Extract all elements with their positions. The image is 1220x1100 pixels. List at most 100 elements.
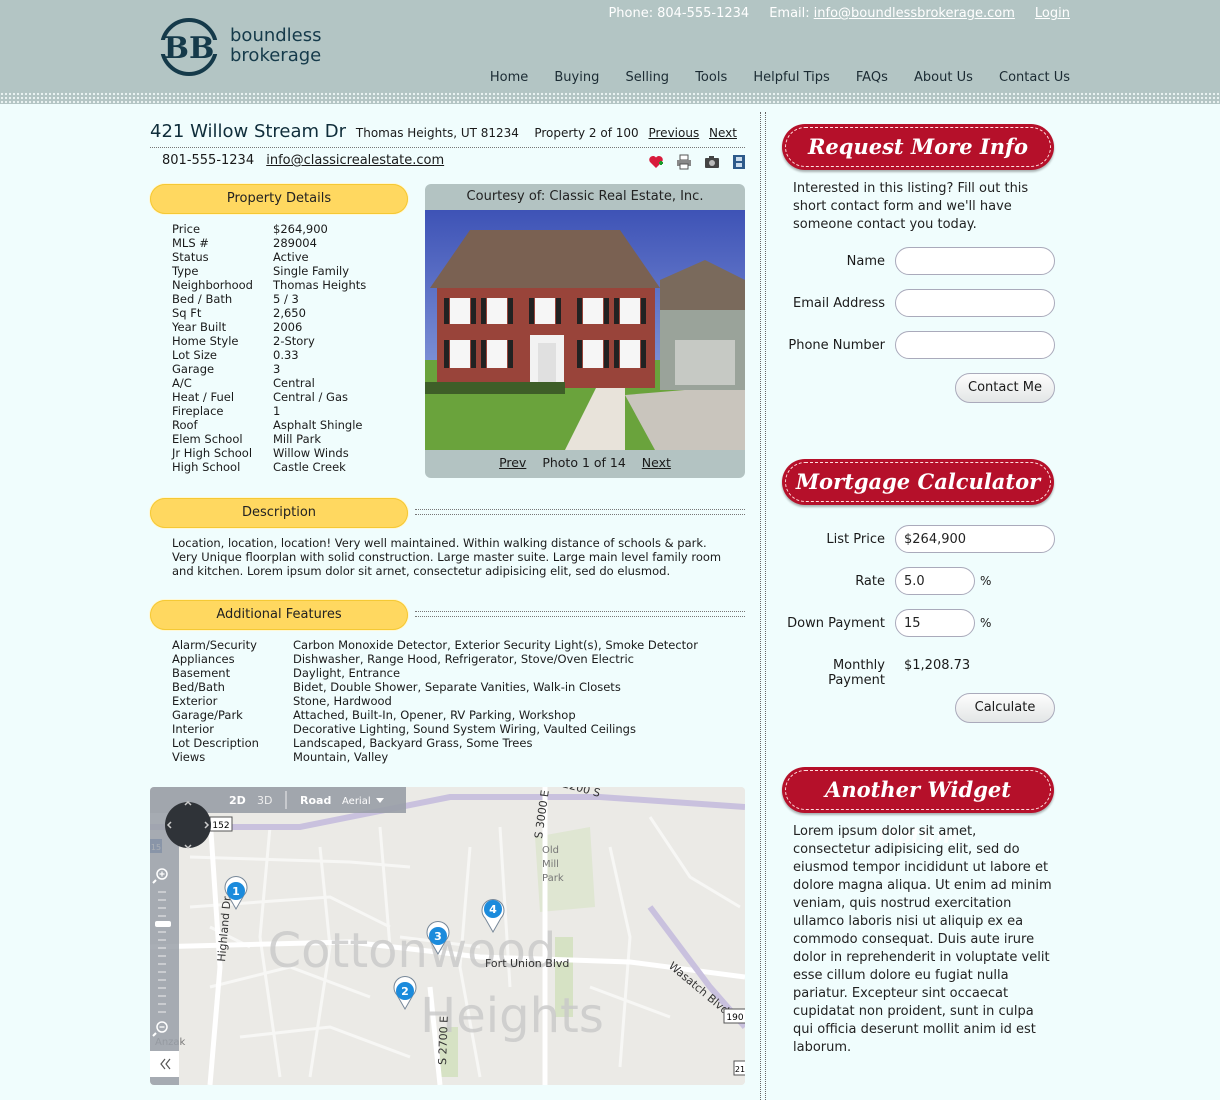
list-price-field[interactable] (895, 525, 1055, 553)
detail-key: Garage (172, 362, 215, 376)
map-zoom-bar (150, 813, 179, 1085)
rate-field[interactable] (895, 567, 975, 595)
another-widget-text: Lorem ipsum dolor sit amet, consectetur … (793, 824, 1052, 1055)
favorite-icon[interactable] (648, 154, 664, 170)
listing-paging: Property 2 of 100 Previous Next (534, 126, 737, 140)
map-poi-label-part: Mill (542, 859, 559, 870)
map-poi-label-part: Park (542, 873, 564, 884)
table-row: Neighborhood Thomas Heights (172, 278, 366, 292)
divider-line (415, 514, 745, 515)
column-divider (760, 112, 766, 1100)
nav-faqs[interactable]: FAQs (856, 70, 888, 85)
nav-buying[interactable]: Buying (554, 70, 599, 85)
map-area-label: Cottonwood (268, 923, 557, 979)
feature-key: Views (172, 750, 206, 764)
email-label: Email: (769, 6, 810, 21)
map-pin-label: 2 (401, 985, 409, 998)
route-shield-label: 190 (726, 1013, 743, 1023)
map-road-button[interactable]: Road (300, 794, 331, 807)
header-email-link[interactable]: info@boundlessbrokerage.com (814, 6, 1015, 21)
listing-tools (648, 154, 755, 170)
calculate-button[interactable]: Calculate (955, 693, 1055, 723)
detail-value: Central / Gas (273, 390, 349, 404)
detail-value: Mill Park (273, 432, 322, 446)
email-field[interactable] (895, 289, 1055, 317)
site-header: BB boundless brokerage Phone: 804-555-123… (0, 0, 1220, 104)
nav-selling[interactable]: Selling (625, 70, 669, 85)
detail-value: 2-Story (273, 334, 315, 348)
camera-icon[interactable] (704, 154, 720, 170)
feature-value: Dishwasher, Range Hood, Refrigerator, St… (293, 652, 634, 666)
detail-key: Neighborhood (172, 278, 253, 292)
photo-next-link[interactable]: Next (642, 455, 671, 470)
photo-prev-link[interactable]: Prev (499, 455, 526, 470)
name-field[interactable] (895, 247, 1055, 275)
logo-line2: brokerage (230, 45, 322, 66)
down-payment-field[interactable] (895, 609, 975, 637)
detail-value: Castle Creek (273, 460, 346, 474)
listing-title-row: 421 Willow Stream Dr Thomas Heights, UT … (150, 121, 745, 145)
nav-about-us[interactable]: About Us (914, 70, 973, 85)
detail-key: Bed / Bath (172, 292, 233, 306)
listing-phone: 801-555-1234 (162, 153, 255, 168)
feature-value: Landscaped, Backyard Grass, Some Trees (293, 736, 533, 750)
logo[interactable]: BB boundless brokerage (158, 16, 328, 78)
logo-text: boundless brokerage (230, 26, 322, 66)
table-row: Garage/Park Attached, Built-In, Opener, R… (172, 708, 698, 722)
divider-line (150, 147, 745, 148)
feature-key: Bed/Bath (172, 680, 225, 694)
table-row: Fireplace 1 (172, 404, 366, 418)
table-row: Heat / Fuel Central / Gas (172, 390, 366, 404)
map-aerial-button[interactable]: Aerial (342, 796, 371, 807)
next-link[interactable]: Next (709, 126, 737, 140)
divider-line (415, 616, 745, 617)
request-info-intro: Interested in this listing? Fill out thi… (793, 181, 1029, 232)
login-link[interactable]: Login (1035, 6, 1070, 21)
nav-home[interactable]: Home (490, 70, 528, 85)
header-dotted-border (0, 92, 1220, 104)
listing-photo[interactable] (425, 210, 745, 450)
property-map[interactable]: Cottonwood Heights Fort Union Blvd Highl… (150, 787, 745, 1085)
top-contact: Phone: 804-555-1234 Email: info@boundlessbr… (604, 6, 1070, 21)
detail-key: Elem School (172, 432, 243, 446)
nav-contact-us[interactable]: Contact Us (999, 70, 1070, 85)
nav-helpful-tips[interactable]: Helpful Tips (753, 70, 829, 85)
map-3d-button[interactable]: 3D (257, 794, 272, 807)
listing-email-link[interactable]: info@classicrealestate.com (266, 153, 444, 168)
features-table: Alarm/Security Carbon Monoxide Detector, … (172, 638, 698, 764)
detail-key: Sq Ft (172, 306, 202, 320)
map-road-label: Fort Union Blvd (485, 957, 569, 970)
zoom-slider-handle[interactable] (155, 921, 171, 927)
percent-sign: % (980, 616, 992, 630)
map-pan-control[interactable] (165, 802, 211, 848)
feature-value: Mountain, Valley (293, 750, 389, 764)
feature-key: Basement (172, 666, 231, 680)
previous-link[interactable]: Previous (648, 126, 699, 140)
property-details-table: Price $264,900 MLS # 289004 Status Active T… (172, 222, 366, 474)
map-pin-label: 4 (489, 903, 497, 916)
detail-value: 3 (273, 362, 281, 376)
paging-text: Property 2 of 100 (534, 126, 639, 140)
table-row: Year Built 2006 (172, 320, 366, 334)
nav-tools[interactable]: Tools (695, 70, 727, 85)
film-icon[interactable] (731, 154, 747, 170)
contact-me-button[interactable]: Contact Me (955, 373, 1055, 403)
additional-features-header: Additional Features (150, 600, 408, 630)
phone-field[interactable] (895, 331, 1055, 359)
map-2d-button[interactable]: 2D (229, 794, 246, 807)
table-row: Bed/Bath Bidet, Double Shower, Separate V… (172, 680, 698, 694)
main-nav: Home Buying Selling Tools Helpful Tips F… (468, 70, 1070, 85)
map-collapse-button[interactable] (150, 1051, 179, 1077)
detail-value: 5 / 3 (273, 292, 299, 306)
detail-key: Year Built (172, 320, 227, 334)
detail-key: High School (172, 460, 241, 474)
name-label: Name (846, 254, 885, 269)
detail-key: A/C (172, 376, 192, 390)
table-row: Home Style 2-Story (172, 334, 366, 348)
table-row: Type Single Family (172, 264, 366, 278)
phone-label: Phone Number (788, 338, 885, 353)
table-row: Bed / Bath 5 / 3 (172, 292, 366, 306)
print-icon[interactable] (676, 154, 692, 170)
detail-key: Type (172, 264, 199, 278)
feature-value: Carbon Monoxide Detector, Exterior Secur… (293, 638, 698, 652)
